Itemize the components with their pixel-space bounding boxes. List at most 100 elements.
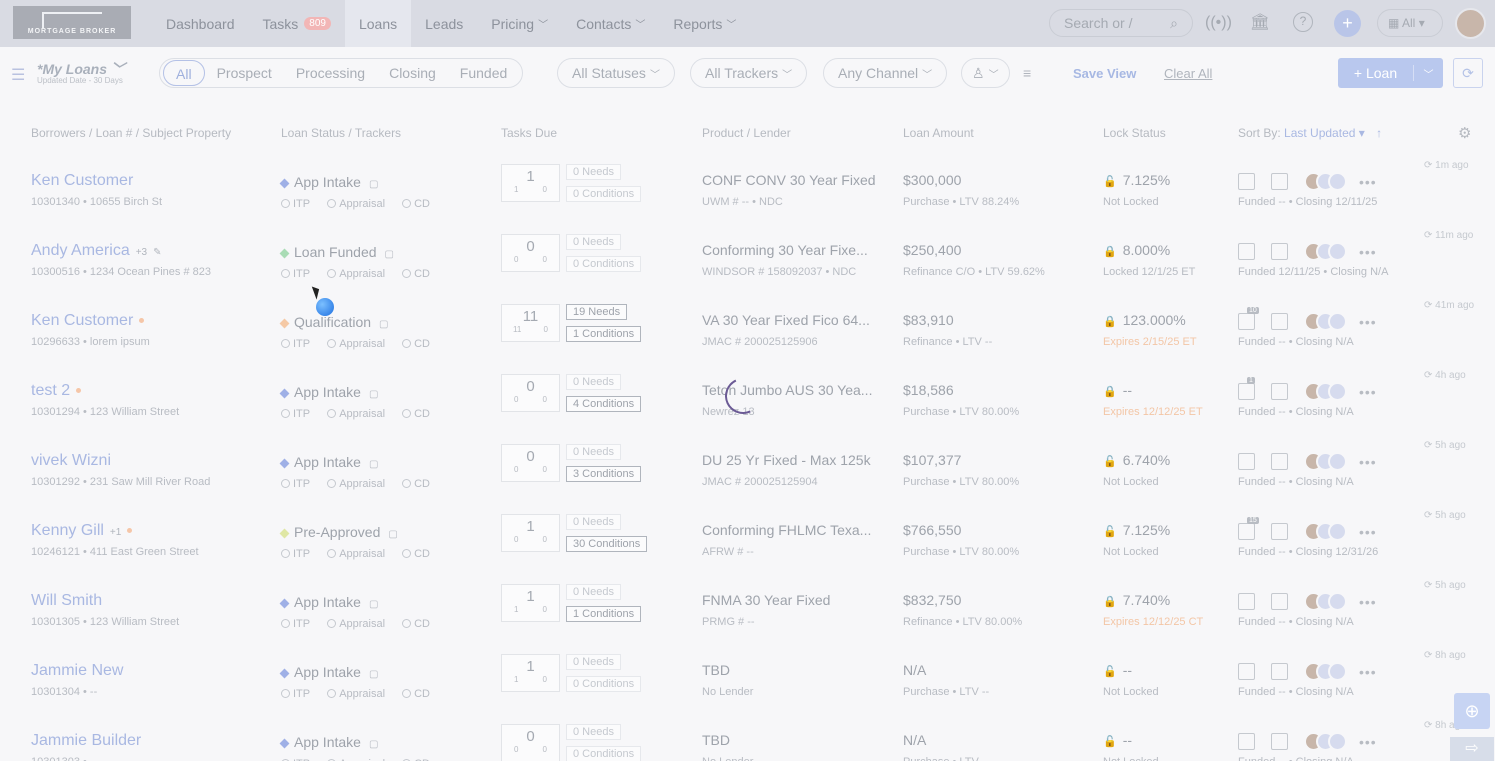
team-avatars[interactable] xyxy=(1304,452,1347,471)
document-icon[interactable] xyxy=(1238,173,1255,190)
tasks-due-box[interactable]: 11 11 0 xyxy=(501,304,560,342)
loan-row[interactable]: Kenny Gill +1 10246121 • 411 East Green S… xyxy=(0,510,1495,588)
message-icon[interactable] xyxy=(1271,173,1288,190)
list-menu-icon[interactable]: ☰ xyxy=(11,65,25,85)
tracker-cd[interactable]: CD xyxy=(402,198,430,210)
borrower-name-link[interactable]: Ken Customer xyxy=(31,312,145,330)
team-avatars[interactable] xyxy=(1304,732,1347,751)
calendar-icon[interactable]: ▢ xyxy=(388,529,397,540)
user-avatar[interactable] xyxy=(1455,8,1486,39)
document-icon[interactable] xyxy=(1238,453,1255,470)
borrower-name-link[interactable]: Andy America +3 ✎ xyxy=(31,242,162,260)
needs-badge[interactable]: 19 Needs xyxy=(566,304,628,320)
tasks-due-box[interactable]: 1 0 0 xyxy=(501,514,560,552)
loan-status[interactable]: Loan Funded ▢ xyxy=(279,244,394,260)
tracker-itp[interactable]: ITP xyxy=(281,548,310,560)
borrower-name-link[interactable]: test 2 xyxy=(31,382,82,400)
stage-all[interactable]: All xyxy=(163,60,205,86)
conditions-badge[interactable]: 0 Conditions xyxy=(566,186,642,202)
additional-borrowers-count[interactable]: +1 xyxy=(110,527,121,538)
loan-status[interactable]: App Intake ▢ xyxy=(279,594,378,610)
tasks-due-box[interactable]: 0 00 xyxy=(501,374,560,412)
nav-dashboard[interactable]: Dashboard xyxy=(152,0,249,47)
needs-badge[interactable]: 0 Needs xyxy=(566,514,621,530)
global-search-input[interactable]: Search or / ⌕ xyxy=(1049,9,1193,37)
message-icon[interactable] xyxy=(1271,663,1288,680)
borrower-name-link[interactable]: Ken Customer xyxy=(31,172,133,190)
bank-icon[interactable]: 🏛 xyxy=(1249,12,1271,34)
tracker-cd[interactable]: CD xyxy=(402,408,430,420)
calendar-icon[interactable]: ▢ xyxy=(369,669,378,680)
tracker-cd[interactable]: CD xyxy=(402,618,430,630)
tracker-itp[interactable]: ITP xyxy=(281,618,310,630)
calendar-icon[interactable]: ▢ xyxy=(369,599,378,610)
floating-expand-button[interactable]: ⇨ xyxy=(1450,737,1494,761)
more-options-icon[interactable]: ••• xyxy=(1359,454,1377,470)
calendar-icon[interactable]: ▢ xyxy=(385,249,394,260)
more-options-icon[interactable]: ••• xyxy=(1359,524,1377,540)
nav-pricing[interactable]: Pricing ﹀ xyxy=(477,0,562,47)
loan-row[interactable]: Jammie New 10301304 • -- App Intake ▢ ITP… xyxy=(0,650,1495,728)
more-options-icon[interactable]: ••• xyxy=(1359,244,1377,260)
borrower-name-link[interactable]: vivek Wizni xyxy=(31,452,111,470)
team-avatars[interactable] xyxy=(1304,312,1347,331)
message-icon[interactable] xyxy=(1271,453,1288,470)
calendar-icon[interactable]: ▢ xyxy=(379,319,388,330)
floating-add-button[interactable]: ⊕ xyxy=(1454,693,1490,729)
team-avatars[interactable] xyxy=(1304,242,1347,261)
quick-add-button[interactable]: + xyxy=(1334,10,1361,37)
tracker-appraisal[interactable]: Appraisal xyxy=(327,618,385,630)
nav-reports[interactable]: Reports ﹀ xyxy=(659,0,750,47)
additional-borrowers-count[interactable]: +3 xyxy=(136,247,147,258)
broadcast-icon[interactable]: ((•)) xyxy=(1205,12,1232,34)
document-icon[interactable]: 15 xyxy=(1238,517,1259,540)
tracker-itp[interactable]: ITP xyxy=(281,338,310,350)
loan-row[interactable]: Ken Customer 10296633 • lorem ipsum Qual… xyxy=(0,300,1495,378)
more-options-icon[interactable]: ••• xyxy=(1359,314,1377,330)
loan-row[interactable]: vivek Wizni 10301292 • 231 Saw Mill Rive… xyxy=(0,440,1495,518)
nav-contacts[interactable]: Contacts ﹀ xyxy=(562,0,659,47)
needs-badge[interactable]: 0 Needs xyxy=(566,164,621,180)
calendar-icon[interactable]: ▢ xyxy=(369,739,378,750)
conditions-badge[interactable]: 4 Conditions xyxy=(566,396,642,412)
conditions-badge[interactable]: 0 Conditions xyxy=(566,746,642,761)
status-filter[interactable]: All Statuses ﹀ xyxy=(557,58,675,88)
tracker-itp[interactable]: ITP xyxy=(281,408,310,420)
tracker-cd[interactable]: CD xyxy=(402,688,430,700)
needs-badge[interactable]: 0 Needs xyxy=(566,374,621,390)
message-icon[interactable] xyxy=(1271,313,1288,330)
advanced-filter-icon[interactable]: ≡ xyxy=(1023,65,1031,81)
borrower-name-link[interactable]: Jammie New xyxy=(31,662,123,680)
message-icon[interactable] xyxy=(1271,383,1288,400)
tasks-due-box[interactable]: 1 10 xyxy=(501,584,560,622)
calendar-icon[interactable]: ▢ xyxy=(369,389,378,400)
tracker-cd[interactable]: CD xyxy=(402,338,430,350)
conditions-badge[interactable]: 30 Conditions xyxy=(566,536,648,552)
loan-row[interactable]: Will Smith 10301305 • 123 William Street… xyxy=(0,580,1495,658)
conditions-badge[interactable]: 1 Conditions xyxy=(566,326,642,342)
tracker-appraisal[interactable]: Appraisal xyxy=(327,338,385,350)
team-avatars[interactable] xyxy=(1304,382,1347,401)
needs-badge[interactable]: 0 Needs xyxy=(566,234,621,250)
document-icon[interactable]: 10 xyxy=(1238,307,1259,330)
nav-leads[interactable]: Leads xyxy=(411,0,477,47)
more-options-icon[interactable]: ••• xyxy=(1359,174,1377,190)
calendar-icon[interactable]: ▢ xyxy=(369,179,378,190)
tracker-appraisal[interactable]: Appraisal xyxy=(327,548,385,560)
tracker-itp[interactable]: ITP xyxy=(281,688,310,700)
borrower-name-link[interactable]: Will Smith xyxy=(31,592,102,610)
tasks-due-box[interactable]: 0 00 xyxy=(501,444,560,482)
team-avatars[interactable] xyxy=(1304,662,1347,681)
calendar-icon[interactable]: ▢ xyxy=(369,459,378,470)
borrower-name-link[interactable]: Jammie Builder xyxy=(31,732,141,750)
message-icon[interactable] xyxy=(1271,243,1288,260)
borrower-name-link[interactable]: Kenny Gill +1 xyxy=(31,522,133,540)
more-options-icon[interactable]: ••• xyxy=(1359,734,1377,750)
message-icon[interactable] xyxy=(1271,523,1288,540)
tasks-due-box[interactable]: 0 00 xyxy=(501,234,560,272)
tracker-cd[interactable]: CD xyxy=(402,268,430,280)
document-icon[interactable] xyxy=(1238,593,1255,610)
more-options-icon[interactable]: ••• xyxy=(1359,384,1377,400)
document-icon[interactable]: 1 xyxy=(1238,377,1255,400)
loan-status[interactable]: Qualification ▢ xyxy=(279,314,389,330)
